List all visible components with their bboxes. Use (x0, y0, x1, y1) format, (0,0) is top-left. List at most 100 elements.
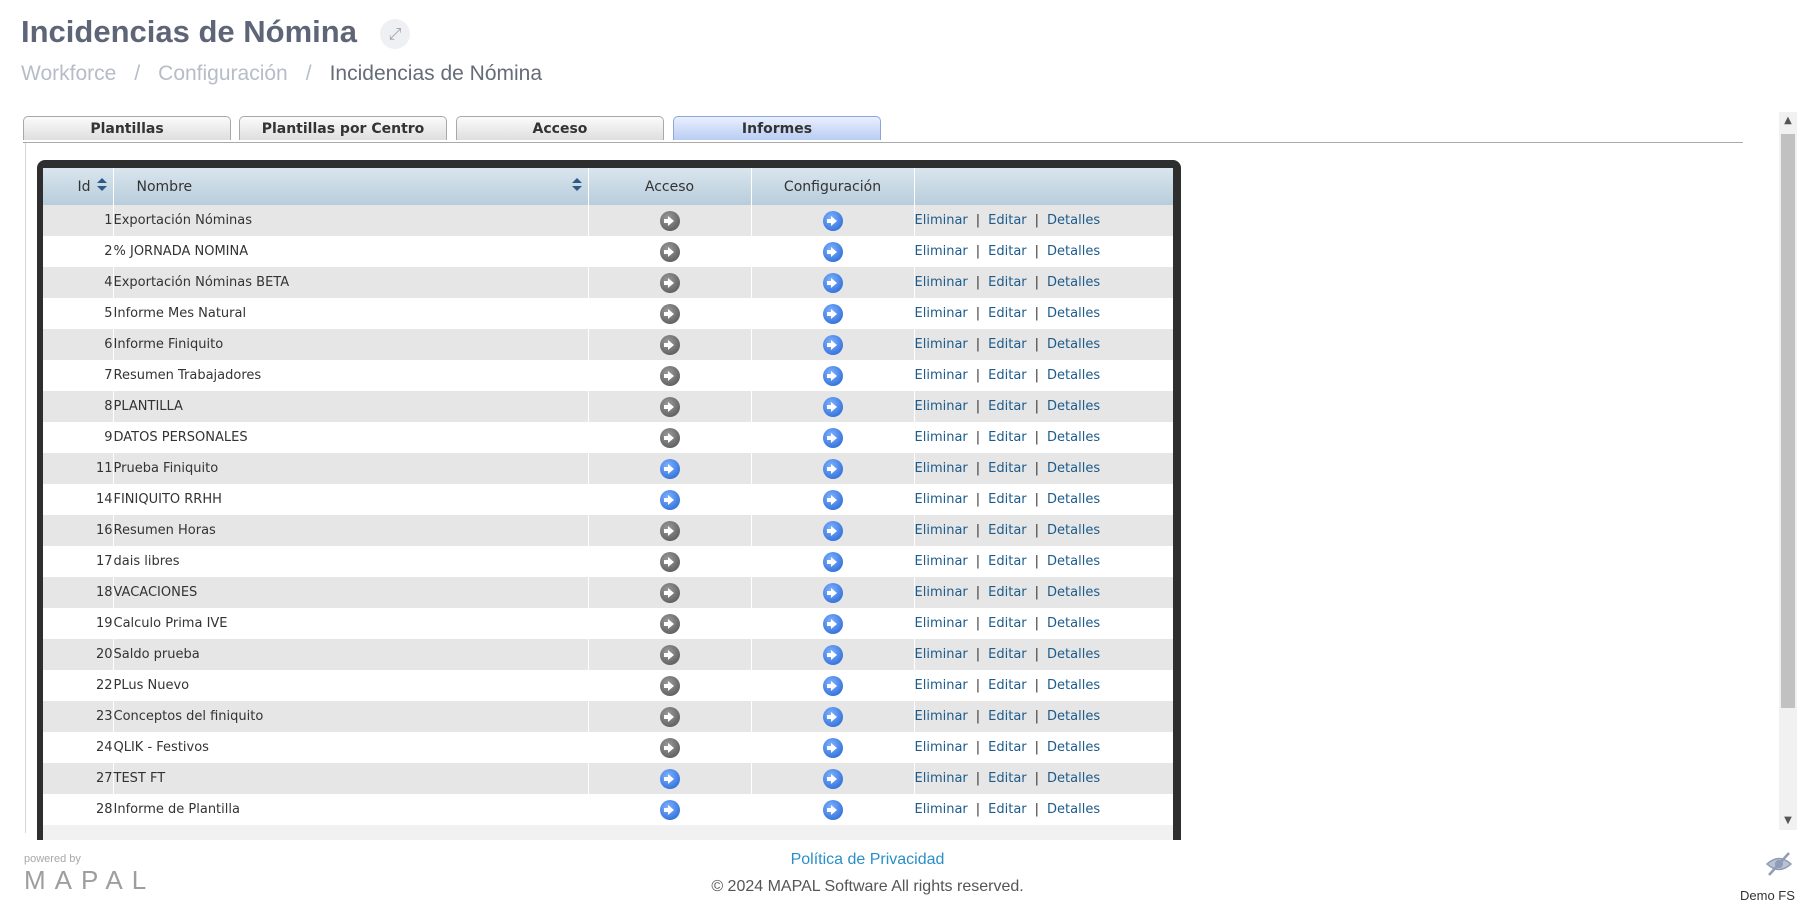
table-row[interactable]: 27 TEST FT Eliminar | Editar | Detalles (43, 763, 1173, 794)
table-row[interactable]: 23 Conceptos del finiquito Eliminar | Editar… (43, 701, 1173, 732)
acceso-arrow-icon[interactable] (659, 210, 680, 231)
edit-link[interactable]: Editar (988, 523, 1027, 538)
edit-link[interactable]: Editar (988, 802, 1027, 817)
acceso-arrow-icon[interactable] (659, 458, 680, 479)
edit-link[interactable]: Editar (988, 306, 1027, 321)
sort-icon[interactable] (96, 178, 107, 192)
delete-link[interactable]: Eliminar (915, 585, 968, 600)
details-link[interactable]: Detalles (1047, 244, 1100, 259)
table-row[interactable]: 20 Saldo prueba Eliminar | Editar | Detalles (43, 639, 1173, 670)
details-link[interactable]: Detalles (1047, 337, 1100, 352)
edit-link[interactable]: Editar (988, 709, 1027, 724)
edit-link[interactable]: Editar (988, 368, 1027, 383)
details-link[interactable]: Detalles (1047, 647, 1100, 662)
acceso-arrow-icon[interactable] (659, 520, 680, 541)
configuracion-arrow-icon[interactable] (822, 210, 843, 231)
user-label[interactable]: Demo FS (1740, 888, 1795, 903)
configuracion-arrow-icon[interactable] (822, 272, 843, 293)
configuracion-arrow-icon[interactable] (822, 582, 843, 603)
table-row[interactable]: 4 Exportación Nóminas BETA Eliminar | Editar… (43, 267, 1173, 298)
table-row[interactable]: 5 Informe Mes Natural Eliminar | Editar | Deta… (43, 298, 1173, 329)
acceso-arrow-icon[interactable] (659, 365, 680, 386)
delete-link[interactable]: Eliminar (915, 709, 968, 724)
privacy-policy-link[interactable]: Política de Privacidad (0, 851, 1735, 869)
details-link[interactable]: Detalles (1047, 461, 1100, 476)
configuracion-arrow-icon[interactable] (822, 396, 843, 417)
edit-link[interactable]: Editar (988, 244, 1027, 259)
column-header-id[interactable]: Id (43, 168, 114, 205)
configuracion-arrow-icon[interactable] (822, 365, 843, 386)
delete-link[interactable]: Eliminar (915, 523, 968, 538)
delete-link[interactable]: Eliminar (915, 678, 968, 693)
details-link[interactable]: Detalles (1047, 709, 1100, 724)
table-row[interactable]: 18 VACACIONES Eliminar | Editar | Detalles (43, 577, 1173, 608)
edit-link[interactable]: Editar (988, 399, 1027, 414)
acceso-arrow-icon[interactable] (659, 675, 680, 696)
delete-link[interactable]: Eliminar (915, 306, 968, 321)
table-row[interactable]: 16 Resumen Horas Eliminar | Editar | Detalles (43, 515, 1173, 546)
details-link[interactable]: Detalles (1047, 678, 1100, 693)
edit-link[interactable]: Editar (988, 771, 1027, 786)
delete-link[interactable]: Eliminar (915, 368, 968, 383)
acceso-arrow-icon[interactable] (659, 582, 680, 603)
configuracion-arrow-icon[interactable] (822, 551, 843, 572)
table-row[interactable]: 2% JORNADA NOMINA Eliminar | Editar | Detalle… (43, 236, 1173, 267)
configuracion-arrow-icon[interactable] (822, 303, 843, 324)
details-link[interactable]: Detalles (1047, 430, 1100, 445)
details-link[interactable]: Detalles (1047, 771, 1100, 786)
delete-link[interactable]: Eliminar (915, 647, 968, 662)
table-row[interactable]: 9 DATOS PERSONALES Eliminar | Editar | Detalle… (43, 422, 1173, 453)
acceso-arrow-icon[interactable] (659, 737, 680, 758)
acceso-arrow-icon[interactable] (659, 489, 680, 510)
configuracion-arrow-icon[interactable] (822, 458, 843, 479)
configuracion-arrow-icon[interactable] (822, 489, 843, 510)
tab-informes[interactable]: Informes (673, 116, 881, 140)
table-row[interactable]: 11 Prueba Finiquito Eliminar | Editar | Detall… (43, 453, 1173, 484)
edit-link[interactable]: Editar (988, 678, 1027, 693)
delete-link[interactable]: Eliminar (915, 430, 968, 445)
edit-link[interactable]: Editar (988, 616, 1027, 631)
acceso-arrow-icon[interactable] (659, 241, 680, 262)
edit-link[interactable]: Editar (988, 554, 1027, 569)
eye-slash-icon[interactable] (1764, 851, 1794, 877)
table-row[interactable]: 24 QLIK - Festivos Eliminar | Editar | Detalle… (43, 732, 1173, 763)
sort-icon[interactable] (571, 178, 582, 192)
table-row[interactable]: 1 Exportación Nóminas Eliminar | Editar | Deta… (43, 205, 1173, 236)
configuracion-arrow-icon[interactable] (822, 520, 843, 541)
acceso-arrow-icon[interactable] (659, 799, 680, 820)
details-link[interactable]: Detalles (1047, 492, 1100, 507)
details-link[interactable]: Detalles (1047, 368, 1100, 383)
edit-link[interactable]: Editar (988, 430, 1027, 445)
configuracion-arrow-icon[interactable] (822, 613, 843, 634)
table-row[interactable]: 22 PLus Nuevo Eliminar | Editar | Detalles (43, 670, 1173, 701)
details-link[interactable]: Detalles (1047, 616, 1100, 631)
edit-link[interactable]: Editar (988, 337, 1027, 352)
details-link[interactable]: Detalles (1047, 554, 1100, 569)
breadcrumb-configuracion[interactable]: Configuración (158, 62, 288, 85)
table-row[interactable]: 28 Informe de Plantilla Eliminar | Editar | De… (43, 794, 1173, 825)
delete-link[interactable]: Eliminar (915, 802, 968, 817)
edit-link[interactable]: Editar (988, 461, 1027, 476)
details-link[interactable]: Detalles (1047, 213, 1100, 228)
table-row[interactable]: 6 Informe Finiquito Eliminar | Editar | Detall… (43, 329, 1173, 360)
details-link[interactable]: Detalles (1047, 740, 1100, 755)
delete-link[interactable]: Eliminar (915, 213, 968, 228)
acceso-arrow-icon[interactable] (659, 272, 680, 293)
acceso-arrow-icon[interactable] (659, 427, 680, 448)
acceso-arrow-icon[interactable] (659, 768, 680, 789)
table-row[interactable]: 14 FINIQUITO RRHH Eliminar | Editar | Detalles (43, 484, 1173, 515)
delete-link[interactable]: Eliminar (915, 554, 968, 569)
column-header-nombre[interactable]: Nombre (113, 168, 589, 205)
configuracion-arrow-icon[interactable] (822, 334, 843, 355)
configuracion-arrow-icon[interactable] (822, 241, 843, 262)
acceso-arrow-icon[interactable] (659, 613, 680, 634)
breadcrumb-workforce[interactable]: Workforce (21, 62, 116, 85)
tab-plantillas[interactable]: Plantillas (23, 116, 231, 140)
details-link[interactable]: Detalles (1047, 523, 1100, 538)
delete-link[interactable]: Eliminar (915, 399, 968, 414)
acceso-arrow-icon[interactable] (659, 396, 680, 417)
edit-link[interactable]: Editar (988, 740, 1027, 755)
configuracion-arrow-icon[interactable] (822, 427, 843, 448)
delete-link[interactable]: Eliminar (915, 740, 968, 755)
configuracion-arrow-icon[interactable] (822, 675, 843, 696)
